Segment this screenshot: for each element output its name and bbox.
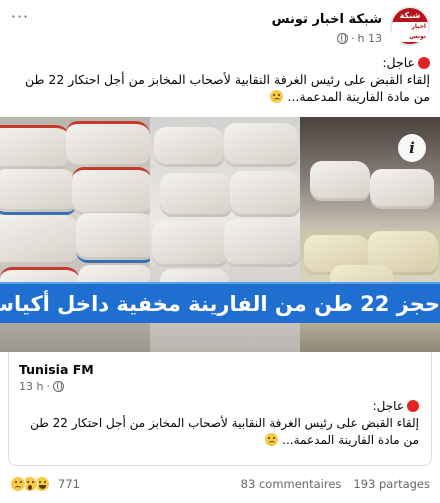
post-photo[interactable]: i حجز 22 طن من الفارينة مخفية داخل أكياس…	[0, 117, 440, 352]
post-text-line1: عاجل:	[382, 55, 415, 70]
globe-icon	[337, 33, 349, 44]
reaction-count: 771	[58, 477, 80, 491]
shared-post-header: Tunisia FM 13 h ·	[19, 362, 94, 393]
shares-count-link[interactable]: 193 partages	[353, 477, 430, 491]
shared-post-text: عاجل: إلقاء القبض على رئيس الغرفة النقاب…	[23, 398, 419, 449]
comments-count-link[interactable]: 83 commentaires	[241, 477, 342, 491]
separator-dot: ·	[46, 380, 50, 393]
shared-post-meta: 13 h ·	[19, 380, 94, 393]
sad-face-icon	[265, 433, 279, 446]
post-footer: 771 83 commentaires 193 partages	[0, 476, 440, 496]
page-avatar[interactable]: شبكة اخبار تونس	[390, 6, 430, 46]
shared-post-time[interactable]: 13 h	[19, 380, 43, 393]
red-circle-icon	[418, 57, 430, 69]
sad-icon	[10, 476, 26, 492]
page-name-link[interactable]: شبكة اخبار تونس	[272, 12, 382, 27]
post-text: عاجل: إلقاء القبض على رئيس الغرفة النقاب…	[8, 54, 430, 105]
shared-source-name[interactable]: Tunisia FM	[19, 362, 94, 377]
globe-icon	[52, 381, 64, 392]
avatar-text: شبكة	[399, 10, 421, 20]
shared-post-card[interactable]: Tunisia FM 13 h · عاجل: إلقاء القبض على …	[8, 352, 432, 466]
reactions-summary[interactable]: 771	[10, 476, 80, 492]
sad-face-icon	[270, 90, 284, 103]
post-text-line2: إلقاء القبض على رئيس الغرفة النقابية لأص…	[24, 72, 430, 104]
photo-banner: حجز 22 طن من الفارينة مخفية داخل أكياس ا…	[0, 282, 440, 323]
info-icon[interactable]: i	[398, 134, 426, 162]
shared-text-line2: إلقاء القبض على رئيس الغرفة النقابية لأص…	[30, 416, 419, 447]
post-header: شبكة اخبار تونس شبكة اخبار تونس 13 h · ·…	[0, 6, 440, 50]
post-meta: 13 h ·	[337, 32, 382, 45]
more-options-button[interactable]: ···	[8, 9, 32, 28]
red-circle-icon	[407, 400, 419, 412]
separator-dot: ·	[351, 32, 355, 45]
shared-text-line1: عاجل:	[372, 399, 404, 413]
post-stats: 83 commentaires 193 partages	[241, 477, 430, 491]
avatar-subtext: اخبار تونس	[392, 21, 428, 42]
post-time[interactable]: 13 h	[358, 32, 382, 45]
photo-panel-warehouse	[300, 117, 440, 229]
